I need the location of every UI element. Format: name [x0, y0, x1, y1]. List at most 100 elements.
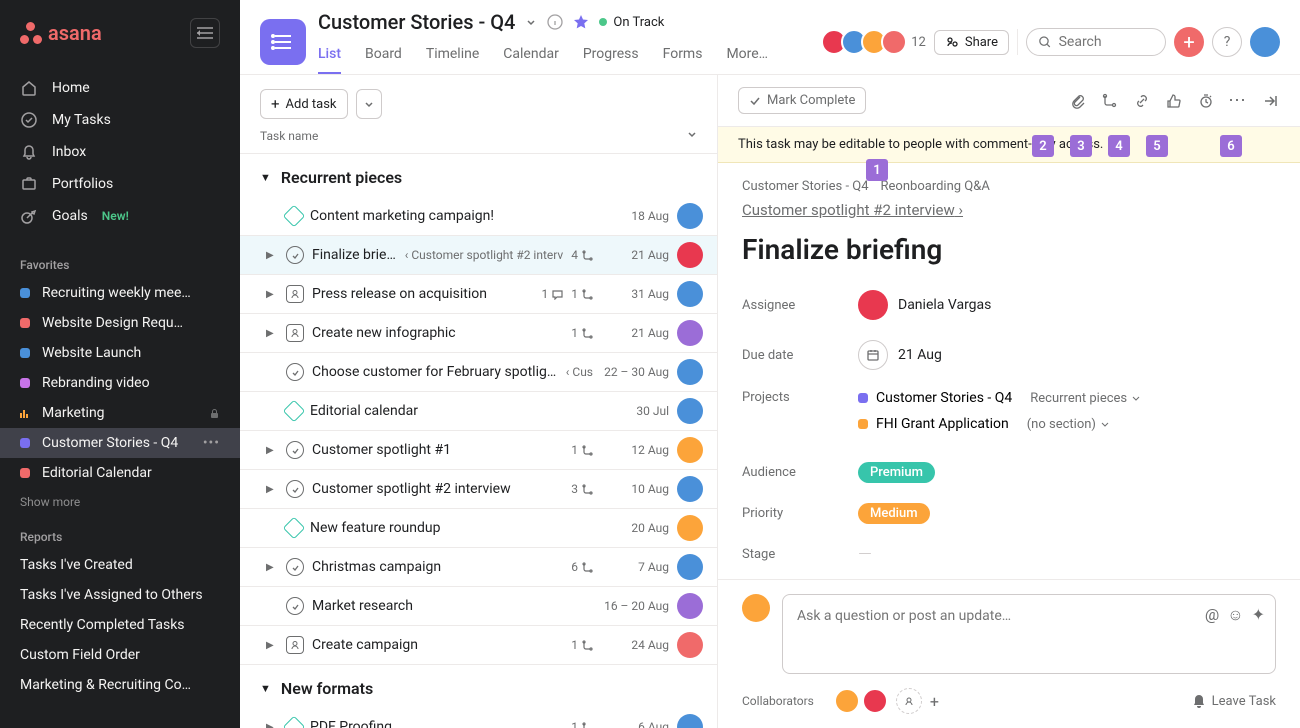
expand-toggle[interactable]: ▶: [266, 289, 278, 300]
task-row[interactable]: ▶Create campaign1 24 Aug: [240, 626, 717, 665]
star-icon[interactable]: ✦: [1252, 605, 1265, 625]
like-icon[interactable]: [1164, 91, 1184, 111]
nav-goals[interactable]: GoalsNew!: [0, 200, 240, 232]
comment-input[interactable]: @ ☺ ✦: [782, 594, 1276, 674]
nav-portfolios[interactable]: Portfolios: [0, 168, 240, 200]
timer-icon[interactable]: [1196, 91, 1216, 111]
tab-timeline[interactable]: Timeline: [426, 38, 479, 74]
expand-toggle[interactable]: ▶: [266, 562, 278, 573]
close-panel-icon[interactable]: [1260, 91, 1280, 111]
add-collaborator-placeholder[interactable]: [896, 688, 922, 714]
tab-progress[interactable]: Progress: [583, 38, 639, 74]
tab-list[interactable]: List: [318, 38, 341, 74]
task-row[interactable]: ▶Create new infographic1 21 Aug: [240, 314, 717, 353]
check-circle-icon[interactable]: [286, 597, 304, 615]
task-row[interactable]: New feature roundup20 Aug: [240, 509, 717, 548]
attachment-icon[interactable]: [1068, 91, 1088, 111]
project-icon[interactable]: [260, 19, 306, 65]
priority-value[interactable]: Medium: [858, 503, 930, 524]
search-input[interactable]: [1026, 28, 1166, 56]
sidebar-favorite-item[interactable]: Editorial Calendar: [0, 458, 240, 488]
expand-toggle[interactable]: ▶: [266, 250, 278, 261]
breadcrumb[interactable]: Customer Stories - Q4Reonboarding Q&A: [742, 179, 1276, 194]
check-circle-icon[interactable]: [286, 246, 304, 264]
stage-value[interactable]: —: [858, 544, 872, 565]
sidebar-favorite-item[interactable]: Recruiting weekly mee…: [0, 278, 240, 308]
member-avatars[interactable]: 12: [821, 29, 926, 55]
subtask-icon[interactable]: [1100, 91, 1120, 111]
help-button[interactable]: ?: [1212, 27, 1242, 57]
mark-complete-button[interactable]: Mark Complete: [738, 87, 866, 114]
status-pill[interactable]: On Track: [599, 15, 664, 30]
assignee-avatar[interactable]: [677, 437, 703, 463]
share-button[interactable]: Share: [934, 30, 1009, 55]
chevron-down-icon[interactable]: [525, 16, 537, 28]
assignee-value[interactable]: Daniela Vargas: [858, 290, 991, 320]
sidebar-report-item[interactable]: Recently Completed Tasks: [0, 610, 240, 640]
section-header[interactable]: ▼New formats: [240, 665, 717, 708]
show-more-button[interactable]: Show more: [0, 488, 240, 516]
task-row[interactable]: Content marketing campaign!18 Aug: [240, 197, 717, 236]
assignee-avatar[interactable]: [677, 714, 703, 728]
tab-calendar[interactable]: Calendar: [503, 38, 559, 74]
task-row[interactable]: Market research16 – 20 Aug: [240, 587, 717, 626]
expand-toggle[interactable]: ▶: [266, 328, 278, 339]
assignee-avatar[interactable]: [677, 554, 703, 580]
add-task-button[interactable]: +Add task: [260, 89, 348, 119]
collapse-sidebar-button[interactable]: [190, 18, 220, 48]
star-icon[interactable]: [573, 14, 589, 30]
profile-avatar[interactable]: [1250, 27, 1280, 57]
due-date-value[interactable]: 21 Aug: [858, 340, 942, 370]
project-title[interactable]: Customer Stories - Q4: [318, 10, 515, 34]
nav-my-tasks[interactable]: My Tasks: [0, 104, 240, 136]
add-collaborator-button[interactable]: +: [930, 692, 939, 711]
check-circle-icon[interactable]: [286, 558, 304, 576]
tab-more[interactable]: More…: [726, 38, 768, 74]
task-row[interactable]: ▶Press release on acquisition1 1 31 Aug: [240, 275, 717, 314]
section-header[interactable]: ▼Recurrent pieces: [240, 154, 717, 197]
task-row[interactable]: ▶Christmas campaign6 7 Aug: [240, 548, 717, 587]
expand-toggle[interactable]: ▶: [266, 640, 278, 651]
collaborator-avatar[interactable]: [862, 688, 888, 714]
audience-value[interactable]: Premium: [858, 462, 935, 483]
task-row[interactable]: ▶PDF Proofing1 6 Aug: [240, 708, 717, 728]
sidebar-favorite-item[interactable]: Customer Stories - Q4•••: [0, 428, 240, 458]
nav-inbox[interactable]: Inbox: [0, 136, 240, 168]
global-add-button[interactable]: +: [1174, 27, 1204, 57]
mention-icon[interactable]: @: [1205, 605, 1219, 625]
sidebar-favorite-item[interactable]: Marketing: [0, 398, 240, 428]
check-circle-icon[interactable]: [286, 363, 304, 381]
tab-board[interactable]: Board: [365, 38, 402, 74]
task-row[interactable]: ▶Finalize briefing‹ Customer spotlight #…: [240, 236, 717, 275]
info-icon[interactable]: [547, 14, 563, 30]
expand-toggle[interactable]: ▶: [266, 722, 278, 728]
assignee-avatar[interactable]: [677, 242, 703, 268]
project-assignment[interactable]: Customer Stories - Q4Recurrent pieces: [858, 390, 1141, 406]
assignee-avatar[interactable]: [677, 203, 703, 229]
task-row[interactable]: ▶Customer spotlight #2 interview3 10 Aug: [240, 470, 717, 509]
tab-forms[interactable]: Forms: [663, 38, 703, 74]
project-assignment[interactable]: FHI Grant Application(no section): [858, 416, 1141, 432]
chevron-down-icon[interactable]: [687, 129, 697, 143]
emoji-icon[interactable]: ☺: [1227, 605, 1243, 625]
more-icon[interactable]: ⋯: [1228, 91, 1248, 111]
expand-toggle[interactable]: ▶: [266, 484, 278, 495]
expand-toggle[interactable]: ▶: [266, 445, 278, 456]
assignee-avatar[interactable]: [677, 476, 703, 502]
sidebar-report-item[interactable]: Tasks I've Assigned to Others: [0, 580, 240, 610]
sidebar-favorite-item[interactable]: Website Design Requ…: [0, 308, 240, 338]
sidebar-report-item[interactable]: Tasks I've Created: [0, 550, 240, 580]
sidebar-favorite-item[interactable]: Website Launch: [0, 338, 240, 368]
nav-home[interactable]: Home: [0, 72, 240, 104]
sidebar-report-item[interactable]: Custom Field Order: [0, 640, 240, 670]
sidebar-favorite-item[interactable]: Rebranding video: [0, 368, 240, 398]
collaborator-avatar[interactable]: [834, 688, 860, 714]
parent-task-link[interactable]: Customer spotlight #2 interview ›: [742, 201, 963, 219]
sidebar-report-item[interactable]: Marketing & Recruiting Co…: [0, 670, 240, 700]
task-row[interactable]: Editorial calendar30 Jul: [240, 392, 717, 431]
assignee-avatar[interactable]: [677, 359, 703, 385]
assignee-avatar[interactable]: [677, 320, 703, 346]
more-icon[interactable]: •••: [203, 435, 220, 451]
task-row[interactable]: ▶Customer spotlight #11 12 Aug: [240, 431, 717, 470]
task-row[interactable]: Choose customer for February spotlight‹ …: [240, 353, 717, 392]
